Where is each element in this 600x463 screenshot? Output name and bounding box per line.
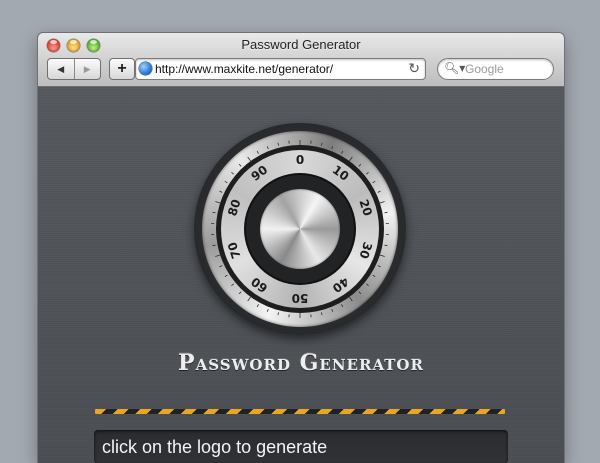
dial-tick <box>359 292 361 294</box>
dial-tick <box>380 201 385 203</box>
dial-number: 30 <box>356 240 374 260</box>
dial-tick <box>231 172 233 174</box>
search-field[interactable]: 🔍︎▾ Google <box>437 58 554 80</box>
dial-tick <box>267 146 268 149</box>
dial-tick <box>257 151 258 154</box>
app-heading: Password Generator <box>38 350 564 376</box>
dial-number: 60 <box>249 274 271 295</box>
url-text: http://www.maxkite.net/generator/ <box>155 62 333 76</box>
add-bookmark-button[interactable]: + <box>109 58 135 80</box>
dial-number: 40 <box>330 274 352 295</box>
dial-number: 10 <box>330 163 352 184</box>
dial-numbers: 0102030405060708090 <box>194 123 406 335</box>
forward-button[interactable]: ▶ <box>74 59 101 79</box>
dial-tick <box>378 266 381 267</box>
reload-icon[interactable]: ↻ <box>408 60 420 77</box>
dial-tick <box>321 143 322 146</box>
dial-tick <box>359 164 361 166</box>
password-output-field[interactable]: click on the logo to generate <box>94 430 508 463</box>
dial-tick <box>341 151 342 154</box>
dial-tick <box>219 191 222 192</box>
dial-tick <box>373 275 376 277</box>
dial-tick <box>278 143 279 146</box>
search-placeholder: Google <box>465 62 504 76</box>
dial-tick <box>378 191 381 192</box>
dial-tick <box>366 284 368 286</box>
dial-tick <box>225 181 228 183</box>
dial-tick <box>349 157 352 161</box>
dial-tick <box>341 304 342 307</box>
dial-tick <box>384 245 387 246</box>
dial-tick <box>332 146 333 149</box>
dial-tick <box>257 304 258 307</box>
dial-tick <box>384 212 387 213</box>
hazard-stripe-divider <box>95 409 505 414</box>
dial-tick <box>231 284 233 286</box>
address-bar[interactable]: http://www.maxkite.net/generator/ ↻ <box>135 58 426 80</box>
browser-window: Password Generator ◀ ▶ + http://www.maxk… <box>38 33 564 463</box>
dial-tick <box>321 312 322 315</box>
dial-tick <box>366 172 368 174</box>
navigation-buttons: ◀ ▶ <box>47 58 101 80</box>
dial-number: 50 <box>292 291 309 305</box>
dial-tick <box>215 255 220 257</box>
password-output-text: click on the logo to generate <box>102 437 327 458</box>
back-button[interactable]: ◀ <box>48 59 74 79</box>
dial-tick <box>373 181 376 183</box>
dial-number: 70 <box>225 240 243 260</box>
dial-tick <box>213 245 216 246</box>
dial-number: 80 <box>225 198 243 218</box>
search-icon: 🔍︎▾ <box>444 61 465 75</box>
dial-number: 90 <box>249 163 271 184</box>
dial-tick <box>239 164 241 166</box>
dial-tick <box>213 212 216 213</box>
dial-tick <box>219 266 222 267</box>
dial-tick <box>248 157 251 161</box>
dial-number: 20 <box>356 198 374 218</box>
dial-tick <box>225 275 228 277</box>
dial-tick <box>278 312 279 315</box>
dial-tick <box>215 201 220 203</box>
forward-arrow-icon: ▶ <box>84 64 91 75</box>
back-arrow-icon: ◀ <box>57 64 64 75</box>
dial-tick <box>248 297 251 301</box>
globe-icon <box>139 62 152 75</box>
dial-number: 0 <box>296 153 304 167</box>
dial-tick <box>349 297 352 301</box>
title-bar: Password Generator ◀ ▶ + http://www.maxk… <box>38 33 564 87</box>
window-title: Password Generator <box>38 37 564 52</box>
dial-tick <box>267 309 268 312</box>
dial-tick <box>239 292 241 294</box>
safe-dial-logo[interactable]: 0102030405060708090 <box>194 123 406 335</box>
dial-tick <box>380 255 385 257</box>
dial-tick <box>332 309 333 312</box>
page-content: 0102030405060708090 Password Generator c… <box>38 87 564 463</box>
